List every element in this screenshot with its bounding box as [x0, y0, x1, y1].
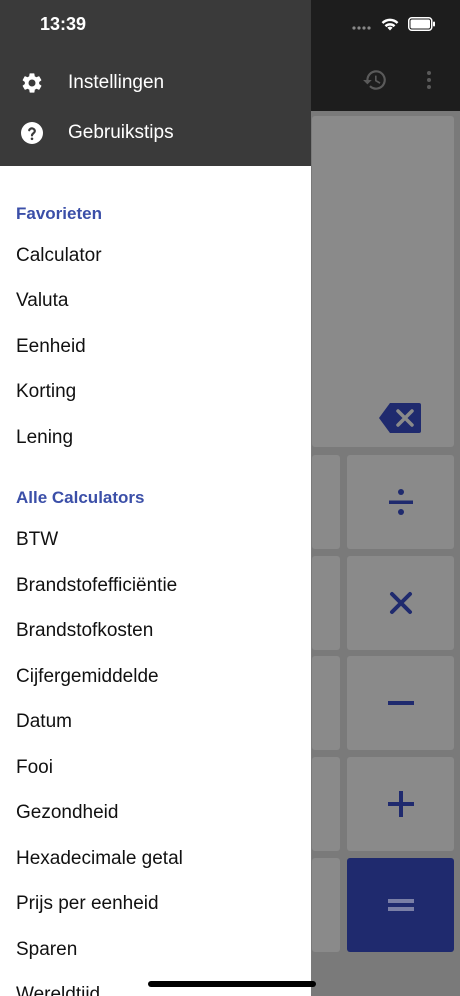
menu-item-calculator[interactable]: Calculator	[16, 245, 102, 267]
minus-icon	[387, 701, 414, 705]
menu-item-brandstofefficientie[interactable]: Brandstofefficiëntie	[16, 575, 177, 597]
key-left-3[interactable]	[312, 656, 340, 750]
usage-tips-item[interactable]: Gebruikstips	[0, 110, 311, 156]
menu-item-valuta[interactable]: Valuta	[16, 290, 68, 312]
equals-key[interactable]	[347, 858, 454, 952]
menu-item-eenheid[interactable]: Eenheid	[16, 336, 86, 358]
settings-label: Instellingen	[68, 72, 165, 93]
status-bar: 13:39	[0, 0, 460, 50]
menu-item-cijfergemiddelde[interactable]: Cijfergemiddelde	[16, 666, 159, 688]
history-icon[interactable]	[361, 66, 389, 94]
divide-key[interactable]	[347, 455, 454, 549]
menu-item-sparen[interactable]: Sparen	[16, 939, 77, 961]
cellular-signal-icon	[352, 18, 372, 36]
help-circle-icon	[19, 120, 45, 146]
divide-icon	[388, 489, 413, 515]
menu-item-btw[interactable]: BTW	[16, 529, 58, 551]
menu-item-hexadecimale-getal[interactable]: Hexadecimale getal	[16, 848, 183, 870]
menu-item-gezondheid[interactable]: Gezondheid	[16, 802, 118, 824]
menu-item-lening[interactable]: Lening	[16, 427, 73, 449]
status-icons	[352, 16, 436, 37]
key-left-2[interactable]	[312, 556, 340, 650]
all-calculators-section-title: Alle Calculators	[16, 488, 145, 507]
menu-item-wereldtijd[interactable]: Wereldtijd	[16, 984, 100, 996]
favorites-section-title: Favorieten	[16, 204, 102, 223]
navigation-drawer: Instellingen Gebruikstips Favorieten Cal…	[0, 0, 311, 996]
wifi-icon	[380, 16, 400, 37]
plus-key[interactable]	[347, 757, 454, 851]
multiply-key[interactable]	[347, 556, 454, 650]
more-vert-icon[interactable]	[415, 66, 443, 94]
menu-item-fooi[interactable]: Fooi	[16, 757, 53, 779]
battery-icon	[408, 17, 436, 36]
menu-item-korting[interactable]: Korting	[16, 381, 76, 403]
key-left-1[interactable]	[312, 455, 340, 549]
key-left-5[interactable]	[312, 858, 340, 952]
minus-key[interactable]	[347, 656, 454, 750]
menu-item-brandstofkosten[interactable]: Brandstofkosten	[16, 620, 153, 642]
multiply-icon	[389, 592, 412, 614]
home-indicator	[148, 981, 316, 987]
settings-item[interactable]: Instellingen	[0, 60, 311, 106]
calculator-display	[312, 116, 454, 447]
plus-icon	[387, 791, 414, 817]
key-left-4[interactable]	[312, 757, 340, 851]
backspace-icon[interactable]	[378, 402, 422, 439]
usage-tips-label: Gebruikstips	[68, 122, 174, 143]
gear-icon	[19, 70, 45, 96]
menu-item-datum[interactable]: Datum	[16, 711, 72, 733]
status-time: 13:39	[40, 14, 87, 34]
menu-item-prijs-per-eenheid[interactable]: Prijs per eenheid	[16, 893, 159, 915]
equals-icon	[387, 899, 414, 911]
